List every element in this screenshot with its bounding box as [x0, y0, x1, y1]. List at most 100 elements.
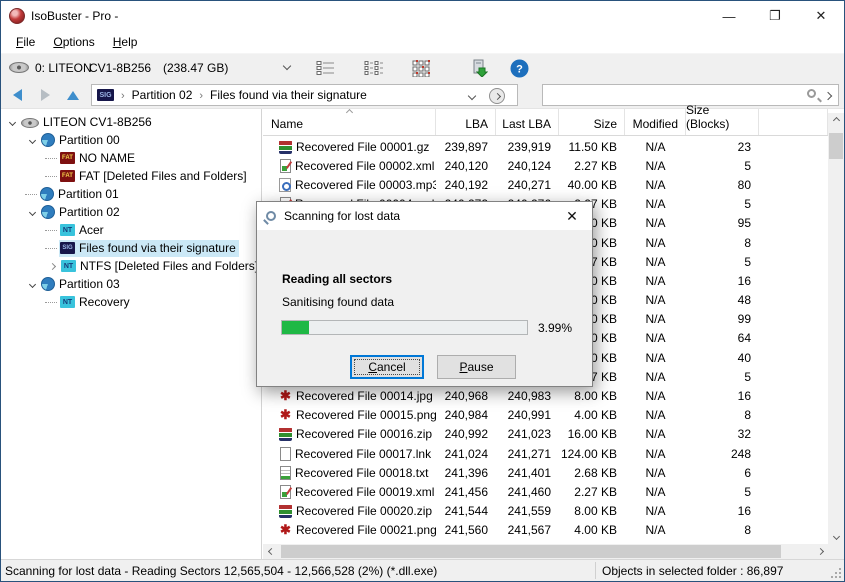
- tree-connector: [45, 229, 57, 231]
- tree-connector: [45, 247, 57, 249]
- tree-item-liteon-cv1-8b256[interactable]: LITEON CV1-8B256: [1, 113, 261, 131]
- grid-tiles-icon[interactable]: [409, 57, 433, 79]
- scroll-down-button[interactable]: [828, 529, 844, 544]
- chevron-up-icon: [832, 116, 840, 125]
- drive-selector-model[interactable]: CV1-8B256: [89, 61, 151, 75]
- file-size-blocks: 5: [744, 254, 751, 269]
- chevron-right-icon[interactable]: [45, 262, 60, 270]
- tree-item-partition-01[interactable]: Partition 01: [1, 185, 261, 203]
- table-row[interactable]: Recovered File 00020.zip 241,544 241,559 8.…: [263, 502, 828, 521]
- chevron-down-icon[interactable]: [282, 61, 292, 71]
- go-arrow-icon: [493, 92, 501, 100]
- maximize-button[interactable]: ❐: [752, 1, 798, 31]
- up-button[interactable]: [63, 86, 83, 104]
- tree-item-ntfs-deleted-files-and-folders[interactable]: NT NTFS [Deleted Files and Folders]: [1, 257, 261, 275]
- table-row[interactable]: Recovered File 00003.mp3 240,192 240,271 40…: [263, 175, 828, 194]
- menu-item-help[interactable]: Help: [104, 33, 147, 51]
- vertical-scrollbar[interactable]: [828, 113, 844, 544]
- drive-selector-label[interactable]: 0: LITEON: [35, 61, 92, 75]
- menu-item-options[interactable]: Options: [44, 33, 103, 51]
- tree-item-content: Partition 01: [39, 186, 122, 203]
- table-row[interactable]: Recovered File 00016.zip 240,992 241,023 16…: [263, 425, 828, 444]
- tree-item-partition-00[interactable]: Partition 00: [1, 131, 261, 149]
- column-header-modified[interactable]: Modified: [625, 109, 686, 135]
- up-icon: [67, 90, 79, 100]
- chevron-down-icon[interactable]: [25, 208, 40, 216]
- file-size-blocks: 99: [737, 312, 751, 327]
- forward-button[interactable]: [35, 86, 55, 104]
- scroll-left-button[interactable]: [263, 544, 279, 559]
- minimize-button[interactable]: —: [706, 1, 752, 31]
- drive-selector-capacity[interactable]: (238.47 GB): [163, 61, 228, 75]
- tree-item-fat-deleted-files-and-folders[interactable]: FAT FAT [Deleted Files and Folders]: [1, 167, 261, 185]
- table-row[interactable]: Recovered File 00018.txt 241,396 241,401 2.…: [263, 463, 828, 482]
- tree-item-acer[interactable]: NT Acer: [1, 221, 261, 239]
- help-icon[interactable]: ?: [507, 57, 531, 79]
- search-input[interactable]: [545, 86, 800, 104]
- breadcrumb-segment[interactable]: Files found via their signature: [210, 88, 367, 102]
- chevron-down-icon[interactable]: [467, 91, 477, 101]
- extract-drive-icon[interactable]: [467, 57, 491, 79]
- vertical-scrollbar-thumb[interactable]: [829, 133, 843, 159]
- menu-item-file[interactable]: File: [7, 33, 44, 51]
- scrollbar-corner: [828, 544, 844, 559]
- file-size-blocks: 95: [737, 216, 751, 231]
- breadcrumb-segment[interactable]: Partition 02: [132, 88, 193, 102]
- resize-grip-icon[interactable]: [839, 568, 841, 570]
- dialog-status-text: Sanitising found data: [282, 295, 395, 309]
- column-header-last-lba[interactable]: Last LBA: [496, 109, 559, 135]
- table-row[interactable]: ✱ Recovered File 00021.png 241,560 241,567 4…: [263, 521, 828, 540]
- table-row[interactable]: Recovered File 00002.xml 240,120 240,124 2.…: [263, 156, 828, 175]
- table-row[interactable]: Recovered File 00001.gz 239,897 239,919 11.…: [263, 137, 828, 156]
- file-size-blocks: 80: [737, 177, 751, 192]
- title-bar: IsoBuster - Pro - — ❐ ✕: [1, 1, 844, 31]
- chevron-down-icon[interactable]: [25, 136, 40, 144]
- tree-item-partition-03[interactable]: Partition 03: [1, 275, 261, 293]
- column-header-size[interactable]: Size: [559, 109, 625, 135]
- list-details-icon[interactable]: [313, 57, 337, 79]
- tree-connector: [45, 175, 57, 177]
- file-size-blocks: 248: [730, 446, 751, 461]
- partition-icon: [41, 133, 55, 147]
- dialog-close-button[interactable]: ✕: [552, 208, 592, 225]
- tree-item-files-found-via-their-signature[interactable]: SIG Files found via their signature: [1, 239, 261, 257]
- file-size-blocks: 64: [737, 331, 751, 346]
- close-button[interactable]: ✕: [798, 1, 844, 31]
- tree-item-partition-02[interactable]: Partition 02: [1, 203, 261, 221]
- file-modified: N/A: [645, 389, 666, 404]
- horizontal-scrollbar-thumb[interactable]: [281, 545, 781, 558]
- xml-file-icon: [280, 484, 291, 499]
- archive-file-icon: [279, 427, 292, 442]
- progress-bar: [281, 320, 528, 335]
- tree-item-label: Recovery: [79, 295, 130, 309]
- chevron-down-icon[interactable]: [5, 118, 20, 126]
- scroll-right-button[interactable]: [812, 544, 828, 559]
- column-header-size-blocks[interactable]: Size (Blocks): [686, 103, 759, 135]
- scroll-up-button[interactable]: [828, 113, 844, 128]
- file-lba: 241,024: [444, 446, 488, 461]
- file-last-lba: 240,983: [507, 389, 551, 404]
- table-row[interactable]: Recovered File 00019.xml 241,456 241,460 2.…: [263, 482, 828, 501]
- cancel-button[interactable]: Cancel: [350, 355, 424, 379]
- table-row[interactable]: ✱ Recovered File 00015.png 240,984 240,991 4…: [263, 406, 828, 425]
- column-header-lba[interactable]: LBA: [436, 109, 496, 135]
- table-row[interactable]: Recovered File 00017.lnk 241,024 241,271 12…: [263, 444, 828, 463]
- go-button[interactable]: [489, 88, 505, 104]
- file-lba: 239,897: [444, 139, 488, 154]
- file-modified: N/A: [645, 139, 666, 154]
- horizontal-scrollbar[interactable]: [263, 544, 828, 559]
- file-name: Recovered File 00018.txt: [295, 465, 429, 480]
- chevron-right-icon[interactable]: [823, 91, 833, 101]
- fat-icon: FAT: [60, 152, 75, 164]
- list-columns-icon[interactable]: [361, 57, 385, 79]
- menu-item-label: File: [16, 35, 36, 49]
- chevron-down-icon[interactable]: [25, 280, 40, 288]
- back-button[interactable]: [7, 86, 27, 104]
- tree-item-no-name[interactable]: FAT NO NAME: [1, 149, 261, 167]
- table-row[interactable]: ✱ Recovered File 00014.jpg 240,968 240,983 8…: [263, 386, 828, 405]
- breadcrumb[interactable]: SIG › Partition 02 › Files found via their …: [91, 84, 518, 106]
- pause-button[interactable]: Pause: [437, 355, 516, 379]
- tree-item-recovery[interactable]: NT Recovery: [1, 293, 261, 311]
- file-size-blocks: 23: [737, 139, 751, 154]
- column-header-name[interactable]: Name: [263, 108, 436, 135]
